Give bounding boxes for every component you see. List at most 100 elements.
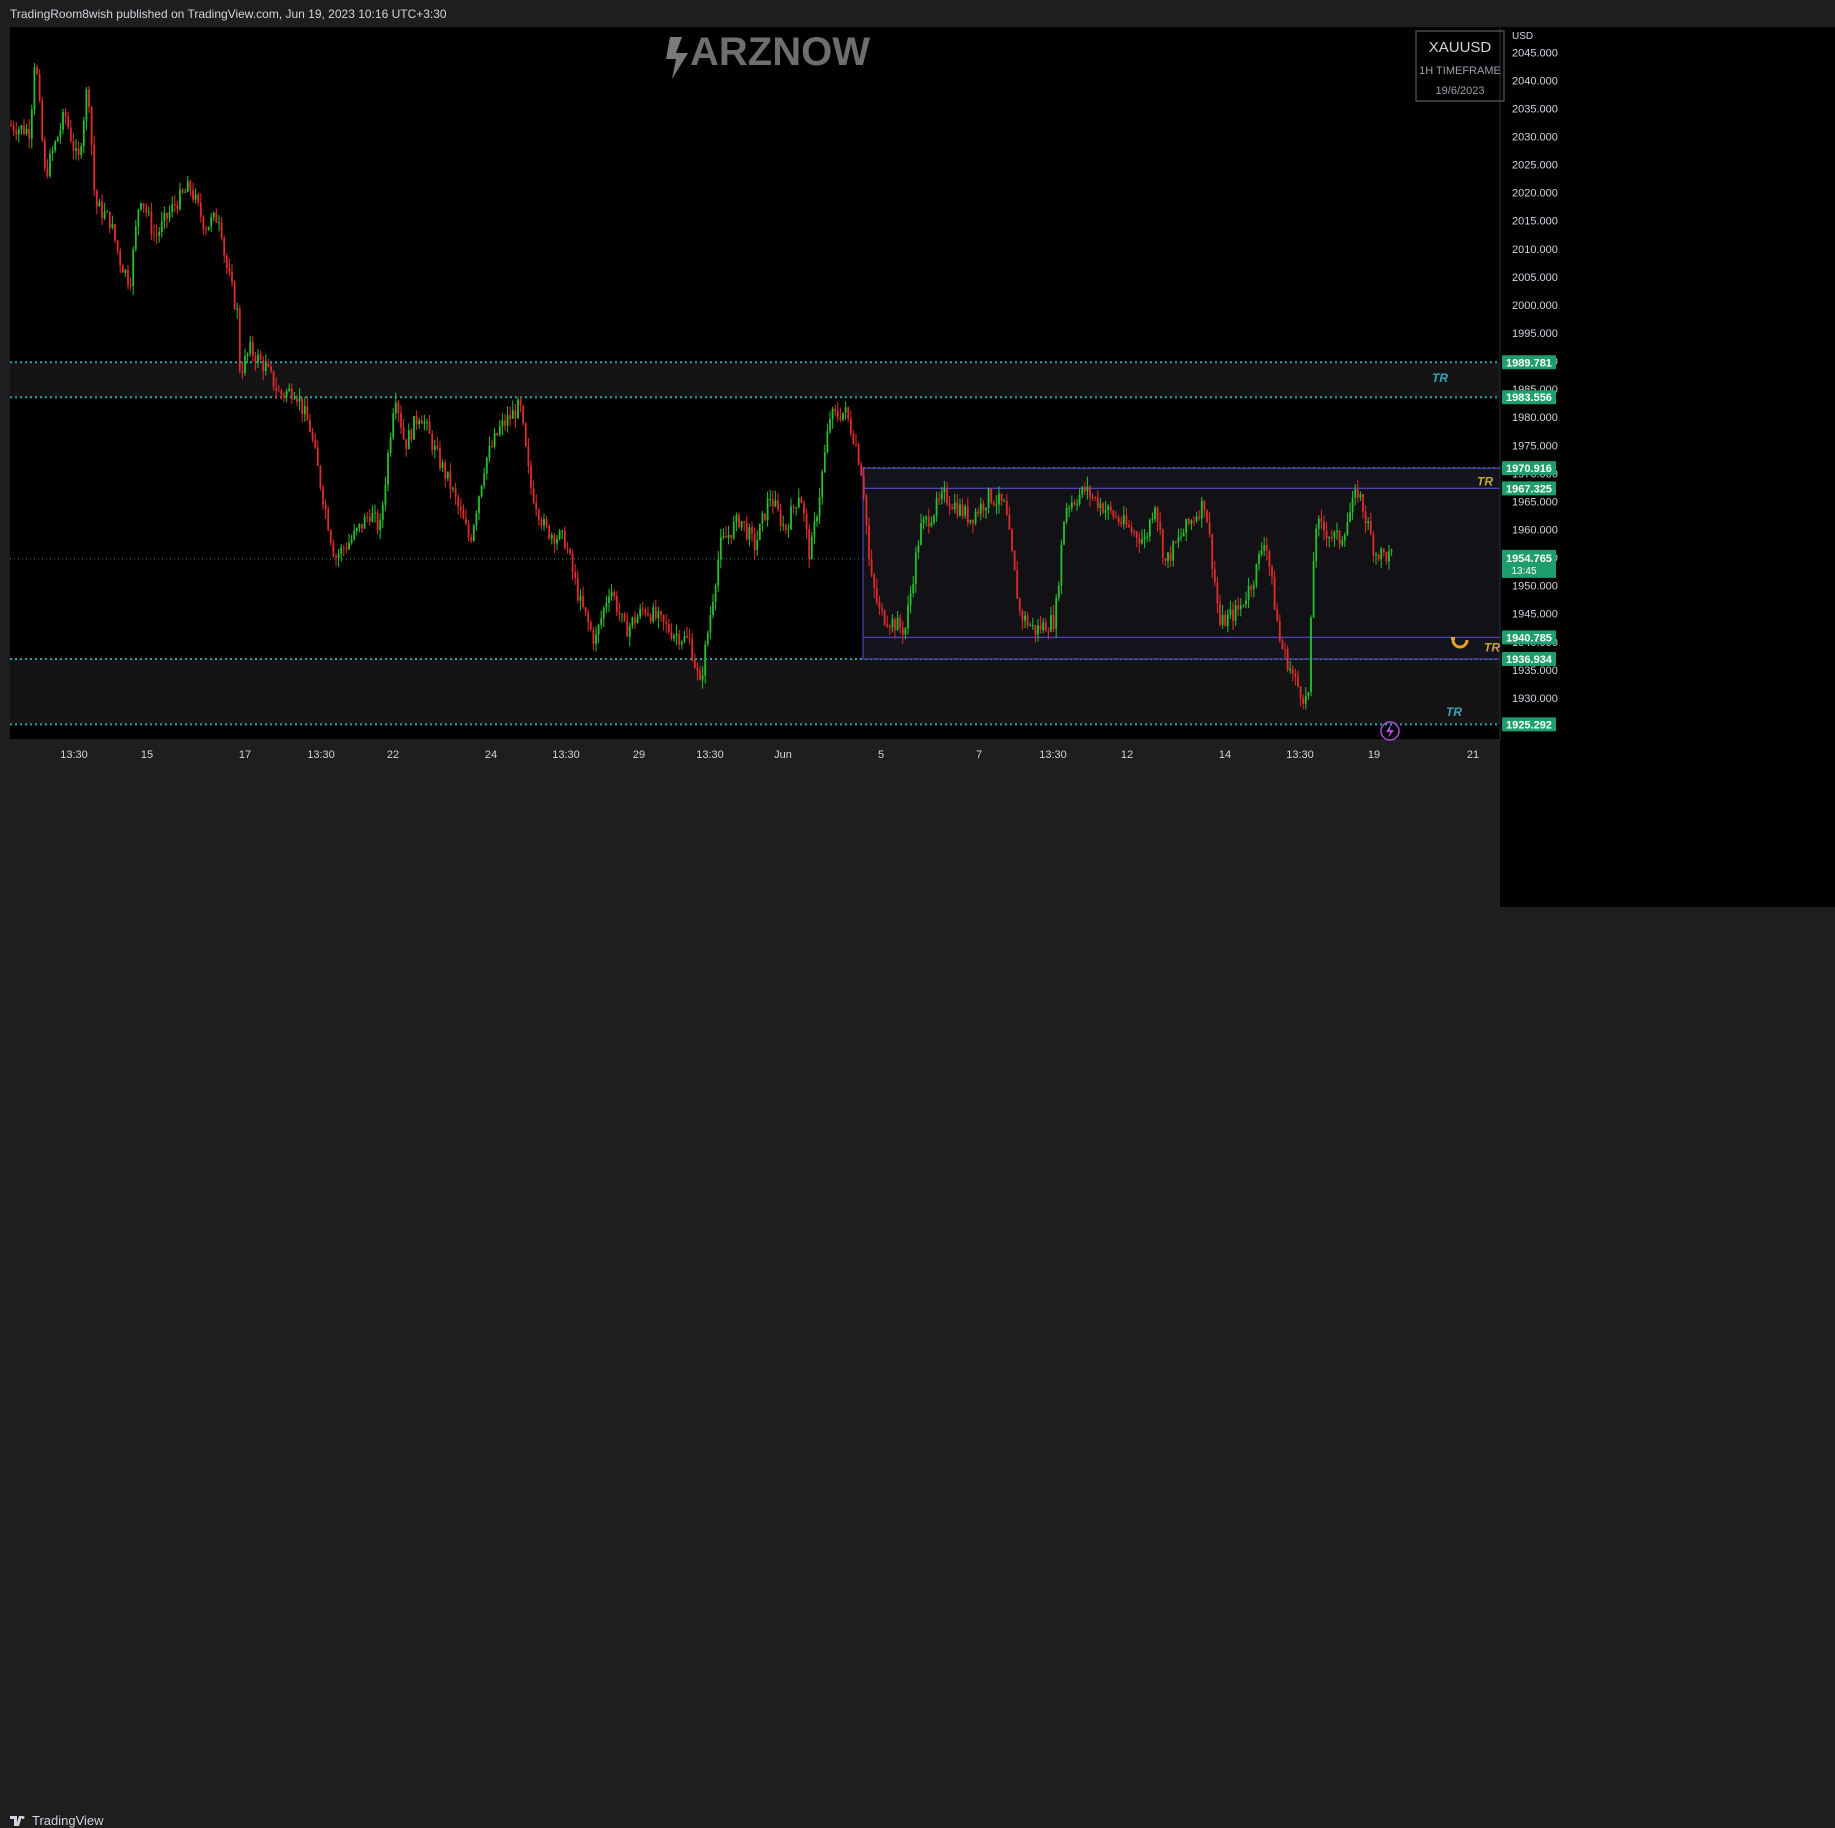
candle-body xyxy=(288,388,291,392)
candle-body xyxy=(1359,494,1362,498)
candle-body xyxy=(358,523,361,529)
candle-body xyxy=(132,249,135,286)
candle-body xyxy=(693,660,696,668)
candle-body xyxy=(23,125,25,134)
candle-body xyxy=(82,120,85,147)
candle-body xyxy=(977,511,980,514)
candle-body xyxy=(20,125,23,130)
candle-body xyxy=(582,595,584,608)
tr-annotation: TR xyxy=(1446,705,1462,719)
candle-body xyxy=(938,498,941,500)
candle-body xyxy=(826,431,829,453)
candle-body xyxy=(670,632,673,639)
candle-body xyxy=(62,112,64,130)
candle-body xyxy=(1297,676,1299,687)
candle-body xyxy=(374,512,376,514)
candle-body xyxy=(704,644,707,676)
candle-body xyxy=(43,140,46,169)
candle-body xyxy=(621,613,623,615)
candle-body xyxy=(982,503,985,511)
x-tick-label: 15 xyxy=(141,749,153,761)
candle-body xyxy=(1016,570,1019,599)
candle-body xyxy=(1203,500,1206,511)
candle-body xyxy=(423,421,426,424)
candle-body xyxy=(293,398,296,400)
candle-body xyxy=(301,398,304,414)
x-tick-label: 12 xyxy=(1121,749,1133,761)
candle-body xyxy=(961,504,964,516)
candle-body xyxy=(1380,548,1383,560)
tradingview-logo[interactable]: TradingView xyxy=(10,1813,104,1828)
x-tick-label: 7 xyxy=(976,749,982,761)
candle-body xyxy=(862,475,865,496)
candle-body xyxy=(1245,600,1247,605)
candle-body xyxy=(361,523,363,529)
candle-body xyxy=(1164,558,1167,561)
candle-body xyxy=(699,670,701,680)
candle-body xyxy=(522,405,525,424)
footer-brand: TradingView xyxy=(32,1813,104,1828)
candle-body xyxy=(1076,503,1078,505)
x-tick-label: 22 xyxy=(387,749,399,761)
candle-body xyxy=(688,637,691,640)
candle-body xyxy=(675,633,678,636)
candle-body xyxy=(121,265,124,273)
candle-body xyxy=(111,224,114,228)
candle-body xyxy=(366,516,369,518)
candle-body xyxy=(75,148,77,151)
candle-body xyxy=(1156,507,1159,523)
candle-body xyxy=(730,534,733,539)
candle-body xyxy=(1265,545,1268,551)
price-label: 1989.781 xyxy=(1506,357,1552,369)
candle-body xyxy=(951,506,954,510)
candle-body xyxy=(1063,521,1065,545)
candle-body xyxy=(173,204,176,206)
y-tick-label: 2040.000 xyxy=(1512,75,1558,87)
candle-body xyxy=(1336,530,1338,532)
candle-body xyxy=(1237,605,1240,609)
chart-area[interactable]: USD 2045.000 2040.000 2035.000 2030.000 2025.… xyxy=(10,27,1835,907)
candle-body xyxy=(332,542,335,557)
candle-body xyxy=(875,588,878,602)
candle-body xyxy=(186,181,189,192)
candle-body xyxy=(795,507,798,509)
candle-body xyxy=(233,282,236,309)
candle-body xyxy=(1174,541,1177,543)
candle-body xyxy=(758,523,761,541)
candle-body xyxy=(519,399,522,406)
candle-body xyxy=(134,226,137,250)
candle-body xyxy=(345,548,348,550)
candle-body xyxy=(1229,609,1232,615)
candle-body xyxy=(660,611,662,615)
candle-body xyxy=(753,533,756,551)
candle-body xyxy=(199,202,202,217)
candle-body xyxy=(740,521,743,528)
candle-body xyxy=(452,488,454,490)
candle-body xyxy=(392,413,395,438)
candle-body xyxy=(576,577,579,601)
candle-body xyxy=(1148,520,1151,537)
candle-body xyxy=(1167,552,1169,561)
candle-body xyxy=(267,363,270,367)
candle-body xyxy=(283,394,285,397)
candle-body xyxy=(1159,522,1162,530)
candle-body xyxy=(405,439,408,450)
candle-body xyxy=(1276,609,1279,622)
candle-body xyxy=(496,433,499,436)
price-chart[interactable]: USD 2045.000 2040.000 2035.000 2030.000 2025.… xyxy=(10,27,1835,907)
candle-body xyxy=(810,536,813,560)
candle-body xyxy=(150,211,153,234)
range-box-bottom xyxy=(862,636,1501,660)
candle-body xyxy=(691,639,694,661)
candle-body xyxy=(327,509,330,531)
candle-body xyxy=(1268,550,1271,567)
candle-body xyxy=(106,211,109,213)
candle-body xyxy=(722,536,725,538)
candle-body xyxy=(543,519,545,526)
candle-body xyxy=(400,412,402,428)
candle-body xyxy=(709,615,712,633)
candle-body xyxy=(909,593,912,606)
candle-body xyxy=(1250,585,1253,590)
candle-body xyxy=(1039,625,1042,630)
candle-body xyxy=(54,141,57,151)
